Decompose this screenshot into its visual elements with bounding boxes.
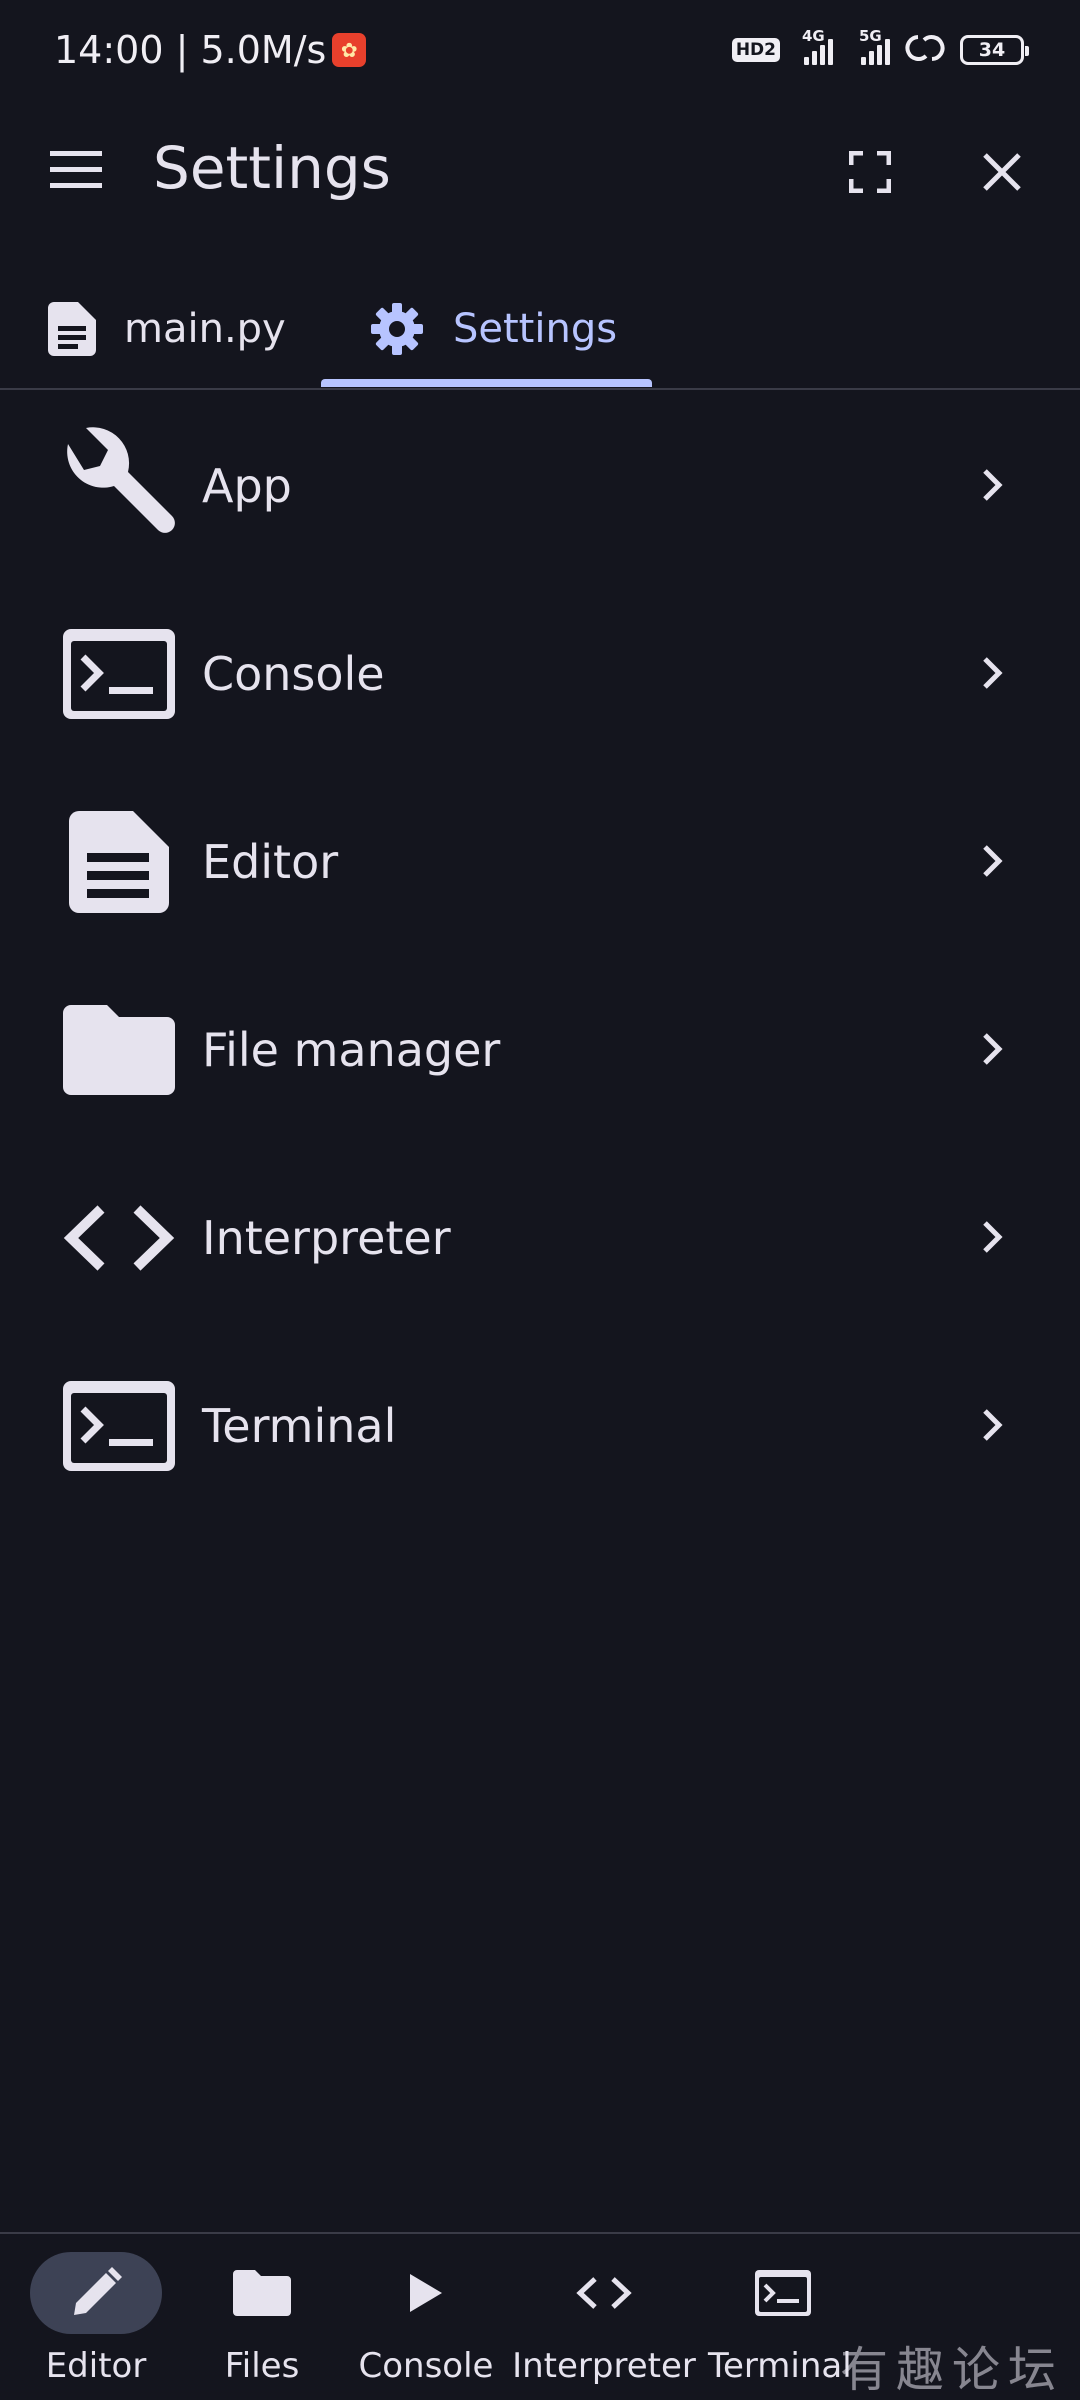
settings-list: App Console Editor File manager Interpre… [0, 392, 1080, 1520]
document-icon [56, 802, 182, 922]
chevron-right-icon [970, 1402, 1016, 1448]
active-tab-indicator [321, 379, 652, 387]
close-icon [983, 153, 1021, 191]
code-icon [576, 2277, 632, 2309]
fullscreen-icon [849, 151, 891, 193]
settings-item-file-manager[interactable]: File manager [0, 956, 1080, 1144]
tab-label: Settings [453, 306, 618, 352]
status-right: HD2 4G 5G 34 [731, 27, 1029, 67]
folder-icon [233, 2270, 291, 2316]
nav-item-editor[interactable]: Editor [30, 2234, 162, 2400]
nav-label: Interpreter [512, 2346, 696, 2386]
gear-icon [371, 303, 423, 355]
item-label: Interpreter [202, 1211, 451, 1265]
network-label-4g: 4G [802, 27, 825, 45]
document-icon [48, 302, 96, 356]
settings-item-console[interactable]: Console [0, 580, 1080, 768]
item-label: Terminal [202, 1399, 397, 1453]
pencil-icon [74, 2267, 122, 2315]
folder-icon [56, 990, 182, 1110]
nav-label: Files [224, 2346, 300, 2386]
signal-5g-icon: 5G [859, 27, 890, 65]
nav-item-files[interactable]: Files [196, 2234, 328, 2400]
item-label: File manager [202, 1023, 501, 1077]
nav-label: Terminal [708, 2346, 852, 2386]
terminal-icon [56, 614, 182, 734]
terminal-icon [755, 2270, 811, 2316]
chevron-right-icon [970, 1214, 1016, 1260]
nav-item-terminal[interactable]: Terminal [708, 2234, 858, 2400]
signal-4g-icon: 4G [802, 27, 833, 65]
item-label: Editor [202, 835, 339, 889]
tab-settings[interactable]: Settings [321, 270, 652, 388]
nav-item-interpreter[interactable]: Interpreter [508, 2234, 700, 2400]
nav-label: Console [358, 2346, 494, 2386]
terminal-icon [56, 1366, 182, 1486]
item-label: App [202, 459, 292, 513]
wrench-icon [56, 426, 182, 546]
page-title: Settings [153, 134, 391, 202]
menu-button[interactable] [34, 140, 118, 200]
hamburger-icon [50, 151, 102, 188]
close-button[interactable] [962, 132, 1042, 212]
link-icon [904, 33, 946, 67]
editor-tabs: main.py Settings [0, 270, 1080, 390]
settings-item-terminal[interactable]: Terminal [0, 1332, 1080, 1520]
code-icon [56, 1178, 182, 1298]
tabs-divider [0, 388, 1080, 390]
nav-item-console[interactable]: Console [348, 2234, 504, 2400]
status-bar: 14:00 | 5.0M/s ✿ HD2 4G 5G 34 [0, 0, 1080, 100]
network-label-5g: 5G [859, 27, 882, 45]
nav-label: Editor [45, 2346, 147, 2386]
settings-item-interpreter[interactable]: Interpreter [0, 1144, 1080, 1332]
chevron-right-icon [970, 838, 1016, 884]
fullscreen-button[interactable] [830, 132, 910, 212]
tab-main-py[interactable]: main.py [48, 270, 310, 388]
top-app-bar: Settings [0, 110, 1080, 230]
battery-icon: 34 [960, 35, 1029, 65]
watermark-text: 有趣论坛 [840, 2342, 1065, 2398]
tab-label: main.py [124, 306, 286, 352]
chevron-right-icon [970, 462, 1016, 508]
status-left: 14:00 | 5.0M/s ✿ [54, 28, 367, 72]
settings-item-app[interactable]: App [0, 392, 1080, 580]
chevron-right-icon [970, 1026, 1016, 1072]
settings-item-editor[interactable]: Editor [0, 768, 1080, 956]
play-icon [410, 2274, 442, 2312]
item-label: Console [202, 647, 385, 701]
hd-badge: HD2 [731, 38, 780, 62]
chevron-right-icon [970, 650, 1016, 696]
nav-active-pill [30, 2252, 162, 2334]
status-time-speed: 14:00 | 5.0M/s [54, 28, 327, 72]
app-notification-icon: ✿ [332, 33, 367, 67]
